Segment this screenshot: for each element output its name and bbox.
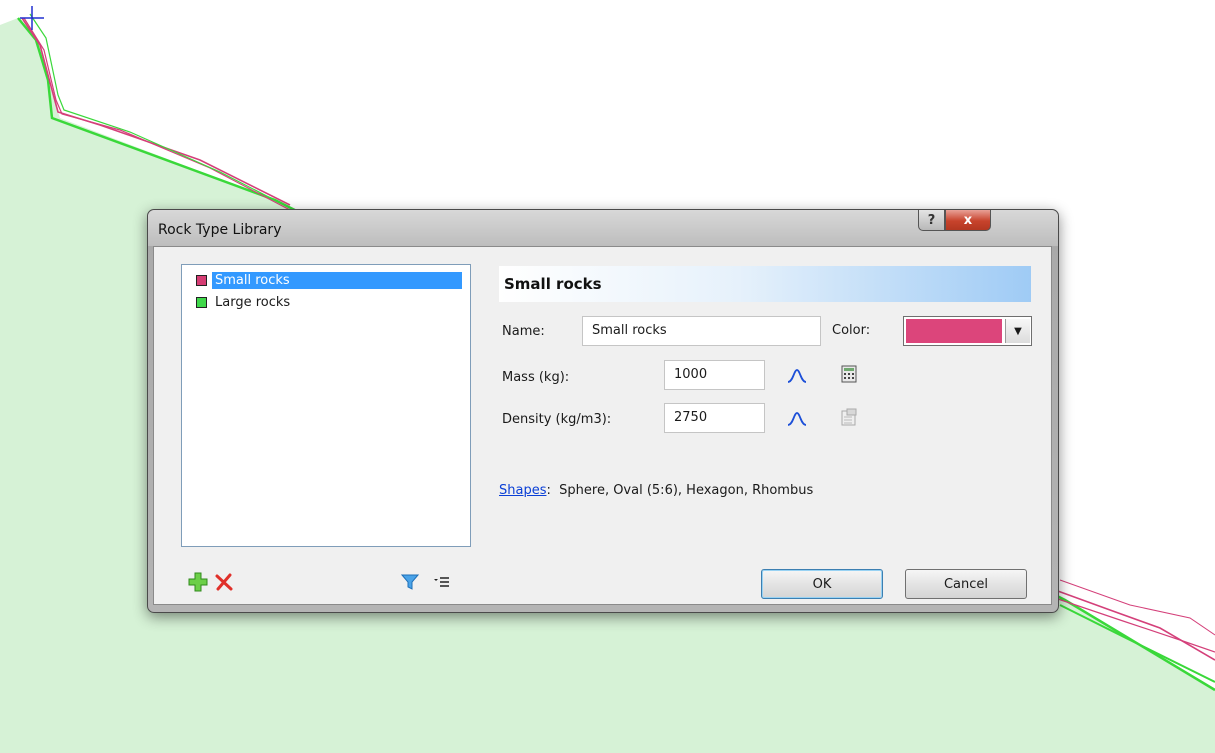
color-label: Color: <box>832 323 871 338</box>
list-toolbar <box>181 571 471 597</box>
delete-icon <box>215 573 233 591</box>
calculator-disabled-icon <box>841 408 857 426</box>
cancel-button[interactable]: Cancel <box>905 569 1027 599</box>
list-item[interactable]: Small rocks <box>182 269 470 291</box>
shapes-colon: : <box>546 483 551 498</box>
name-label: Name: <box>502 324 545 339</box>
ok-button[interactable]: OK <box>761 569 883 599</box>
mass-distribution-button[interactable] <box>786 365 808 387</box>
dialog-title: Rock Type Library <box>158 222 282 238</box>
mass-label: Mass (kg): <box>502 370 570 385</box>
mass-calculator-button[interactable] <box>838 363 860 385</box>
shapes-summary: Shapes: Sphere, Oval (5:6), Hexagon, Rho… <box>499 483 813 498</box>
distribution-curve-icon <box>787 369 807 383</box>
dialog-body: Small rocks Large rocks Small rocks Name… <box>153 246 1052 605</box>
add-button[interactable] <box>187 571 209 593</box>
chevron-down-icon[interactable]: ▼ <box>1005 319 1030 343</box>
color-picker[interactable]: ▼ <box>903 316 1032 346</box>
rock-type-list[interactable]: Small rocks Large rocks <box>181 264 471 547</box>
help-button[interactable]: ? <box>918 210 945 231</box>
add-icon <box>188 572 208 592</box>
density-calculator-button[interactable] <box>838 406 860 428</box>
density-field[interactable]: 2750 <box>664 403 765 433</box>
filter-button[interactable] <box>399 571 421 593</box>
close-button[interactable]: x <box>945 210 991 231</box>
dialog-titlebar[interactable]: Rock Type Library ? x <box>148 210 1058 246</box>
density-label: Density (kg/m3): <box>502 412 612 427</box>
details-title: Small rocks <box>504 275 602 293</box>
list-item[interactable]: Large rocks <box>182 291 470 313</box>
rock-type-library-dialog: Rock Type Library ? x Small rocks Large … <box>147 209 1059 613</box>
calculator-icon <box>841 365 857 383</box>
shapes-value: Sphere, Oval (5:6), Hexagon, Rhombus <box>559 483 814 498</box>
list-options-button[interactable] <box>431 571 453 593</box>
name-field[interactable]: Small rocks <box>582 316 821 346</box>
density-distribution-button[interactable] <box>786 408 808 430</box>
filter-icon <box>401 574 419 590</box>
color-swatch <box>196 274 207 286</box>
distribution-curve-icon <box>787 412 807 426</box>
color-swatch <box>196 296 207 308</box>
list-item-label: Large rocks <box>215 294 291 310</box>
mass-field[interactable]: 1000 <box>664 360 765 390</box>
shapes-link[interactable]: Shapes <box>499 483 546 498</box>
details-header: Small rocks <box>499 266 1031 302</box>
delete-button[interactable] <box>213 571 235 593</box>
list-item-label: Small rocks <box>212 271 462 289</box>
list-options-icon <box>434 577 449 587</box>
color-fill <box>906 319 1002 343</box>
